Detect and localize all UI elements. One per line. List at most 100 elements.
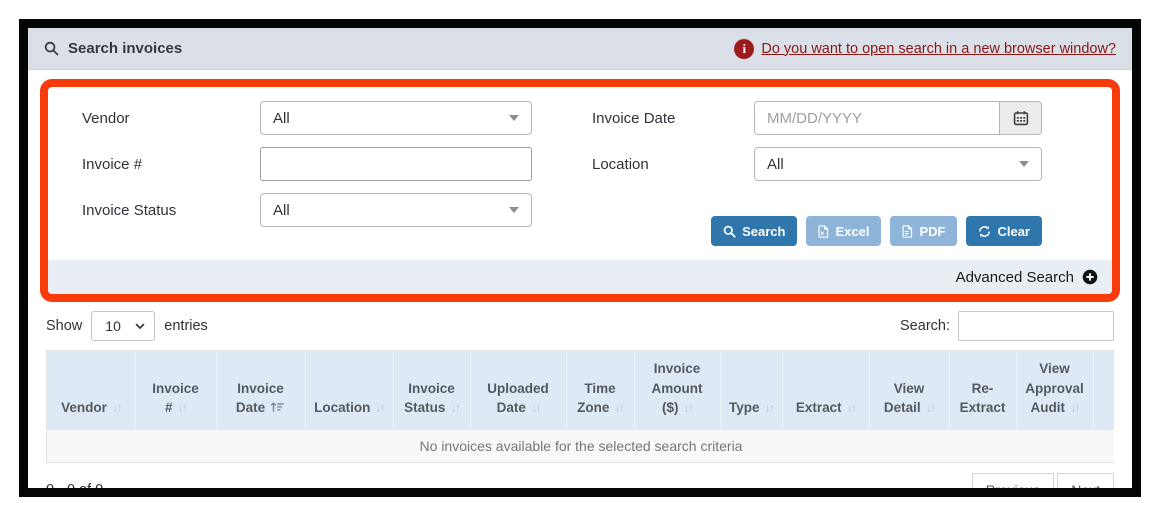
location-select[interactable]: All bbox=[754, 147, 1042, 181]
sort-both-icon: ↓↑ bbox=[112, 401, 121, 415]
pdf-export-button[interactable]: PDF bbox=[890, 216, 957, 246]
location-field: Location All bbox=[592, 147, 1042, 181]
column-header-invoice-date[interactable]: Invoice Date bbox=[216, 351, 305, 430]
column-header-location[interactable]: Location ↓↑ bbox=[305, 351, 393, 430]
column-header-label: Uploaded Date bbox=[487, 381, 549, 416]
empty-row: No invoices available for the selected s… bbox=[47, 429, 1114, 462]
vendor-select-value: All bbox=[273, 110, 290, 127]
excel-export-button[interactable]: Excel bbox=[806, 216, 881, 246]
header-link-group: i Do you want to open search in a new br… bbox=[734, 39, 1116, 59]
table-search-input[interactable] bbox=[958, 311, 1114, 341]
sort-asc-icon bbox=[270, 401, 285, 413]
column-header-time-zone[interactable]: Time Zone↓↑ bbox=[566, 351, 634, 430]
search-icon bbox=[44, 41, 59, 56]
column-header-view-approval-audit[interactable]: View Approval Audit↓↑ bbox=[1016, 351, 1093, 430]
column-header-label: Location bbox=[314, 400, 370, 415]
advanced-search-row: Advanced Search bbox=[48, 260, 1112, 294]
vendor-select[interactable]: All bbox=[260, 101, 532, 135]
clear-button-label: Clear bbox=[997, 224, 1030, 239]
column-header-label: Invoice # bbox=[152, 381, 199, 416]
form-buttons-row: Search Excel bbox=[592, 216, 1042, 246]
pdf-file-icon bbox=[902, 225, 913, 238]
vendor-field: Vendor All bbox=[82, 101, 532, 135]
invoice-table: Vendor↓↑Invoice #↓↑Invoice DateLocation↓… bbox=[47, 350, 1114, 463]
app-window: Search invoices i Do you want to open se… bbox=[19, 19, 1141, 497]
sort-both-icon: ↓↑ bbox=[765, 401, 774, 415]
vendor-label: Vendor bbox=[82, 110, 260, 127]
invoice-status-label: Invoice Status bbox=[82, 202, 260, 219]
plus-circle-icon[interactable] bbox=[1082, 269, 1098, 285]
invoice-date-input[interactable] bbox=[755, 102, 999, 134]
caret-down-icon bbox=[1019, 161, 1029, 167]
table-controls-row: Show 10 entries Search: bbox=[46, 311, 1114, 341]
form-column-left: Vendor All Invoice # Invoice Status A bbox=[82, 101, 532, 246]
advanced-search-link[interactable]: Advanced Search bbox=[956, 269, 1074, 286]
calendar-button[interactable] bbox=[999, 102, 1041, 134]
column-header-vendor[interactable]: Vendor ↓↑ bbox=[47, 351, 135, 430]
table-search-group: Search: bbox=[900, 311, 1114, 341]
open-new-window-link[interactable]: Do you want to open search in a new brow… bbox=[761, 41, 1116, 57]
column-header-view-detail[interactable]: View Detail↓↑ bbox=[869, 351, 949, 430]
info-icon: i bbox=[734, 39, 754, 59]
pagination: Previous Next bbox=[972, 473, 1114, 497]
column-header-label: Type bbox=[729, 400, 760, 415]
page-title: Search invoices bbox=[68, 40, 182, 57]
column-header-label: Extract bbox=[796, 400, 842, 415]
invoice-number-label: Invoice # bbox=[82, 156, 260, 173]
column-header-label: Time Zone bbox=[577, 381, 616, 416]
column-header-re-extract[interactable]: Re-Extract bbox=[949, 351, 1016, 430]
page-size-select[interactable]: 10 bbox=[91, 311, 155, 341]
search-form-highlight-box: Vendor All Invoice # Invoice Status A bbox=[40, 79, 1120, 302]
location-label: Location bbox=[592, 156, 754, 173]
column-header-do[interactable]: Do bbox=[1093, 351, 1114, 430]
next-page-button[interactable]: Next bbox=[1057, 473, 1114, 497]
calendar-icon bbox=[1013, 110, 1029, 126]
panel-title-group: Search invoices bbox=[44, 40, 182, 57]
invoice-table-head-row: Vendor↓↑Invoice #↓↑Invoice DateLocation↓… bbox=[47, 351, 1114, 430]
column-header-extract[interactable]: Extract ↓↑ bbox=[782, 351, 869, 430]
sort-both-icon: ↓↑ bbox=[614, 401, 623, 415]
caret-down-icon bbox=[509, 207, 519, 213]
column-header-invoice-status[interactable]: Invoice Status↓↑ bbox=[393, 351, 470, 430]
invoice-status-select[interactable]: All bbox=[260, 193, 532, 227]
invoice-table-wrap: Vendor↓↑Invoice #↓↑Invoice DateLocation↓… bbox=[46, 350, 1114, 463]
invoice-date-group bbox=[754, 101, 1042, 135]
column-header-label: Re-Extract bbox=[960, 381, 1006, 416]
column-header-label: View Detail bbox=[884, 381, 924, 416]
invoice-date-field: Invoice Date bbox=[592, 101, 1042, 135]
search-button[interactable]: Search bbox=[711, 216, 797, 246]
search-form: Vendor All Invoice # Invoice Status A bbox=[48, 87, 1112, 246]
panel-body: Vendor All Invoice # Invoice Status A bbox=[28, 70, 1132, 497]
empty-message: No invoices available for the selected s… bbox=[47, 429, 1114, 462]
table-search-label: Search: bbox=[900, 318, 950, 334]
excel-button-label: Excel bbox=[835, 224, 869, 239]
column-header-uploaded-date[interactable]: Uploaded Date↓↑ bbox=[470, 351, 566, 430]
invoice-number-input[interactable] bbox=[260, 147, 532, 181]
sort-asc-icon-wrap bbox=[270, 400, 285, 415]
search-icon bbox=[723, 225, 736, 238]
sort-both-icon: ↓↑ bbox=[450, 401, 459, 415]
chevron-down-icon bbox=[135, 323, 145, 329]
sort-both-icon: ↓↑ bbox=[178, 401, 187, 415]
invoice-status-field: Invoice Status All bbox=[82, 193, 532, 227]
column-header-label: Invoice Status bbox=[404, 381, 455, 416]
column-header-label: Vendor bbox=[61, 400, 107, 415]
sort-both-icon: ↓↑ bbox=[375, 401, 384, 415]
column-header-invoice-amount[interactable]: Invoice Amount ($)↓↑ bbox=[634, 351, 720, 430]
previous-page-button[interactable]: Previous bbox=[972, 473, 1054, 497]
sort-both-icon: ↓↑ bbox=[847, 401, 856, 415]
location-select-value: All bbox=[767, 156, 784, 173]
show-label: Show bbox=[46, 318, 82, 334]
sort-both-icon: ↓↑ bbox=[1070, 401, 1079, 415]
column-header-invoice[interactable]: Invoice #↓↑ bbox=[135, 351, 216, 430]
page-size-group: Show 10 entries bbox=[46, 311, 208, 341]
clear-button[interactable]: Clear bbox=[966, 216, 1042, 246]
caret-down-icon bbox=[509, 115, 519, 121]
invoice-status-select-value: All bbox=[273, 202, 290, 219]
column-header-label: Invoice Amount ($) bbox=[652, 361, 703, 415]
column-header-type[interactable]: Type ↓↑ bbox=[720, 351, 782, 430]
sort-both-icon: ↓↑ bbox=[926, 401, 935, 415]
entries-label: entries bbox=[164, 318, 208, 334]
refresh-icon bbox=[978, 225, 991, 238]
page-size-value: 10 bbox=[105, 318, 121, 334]
